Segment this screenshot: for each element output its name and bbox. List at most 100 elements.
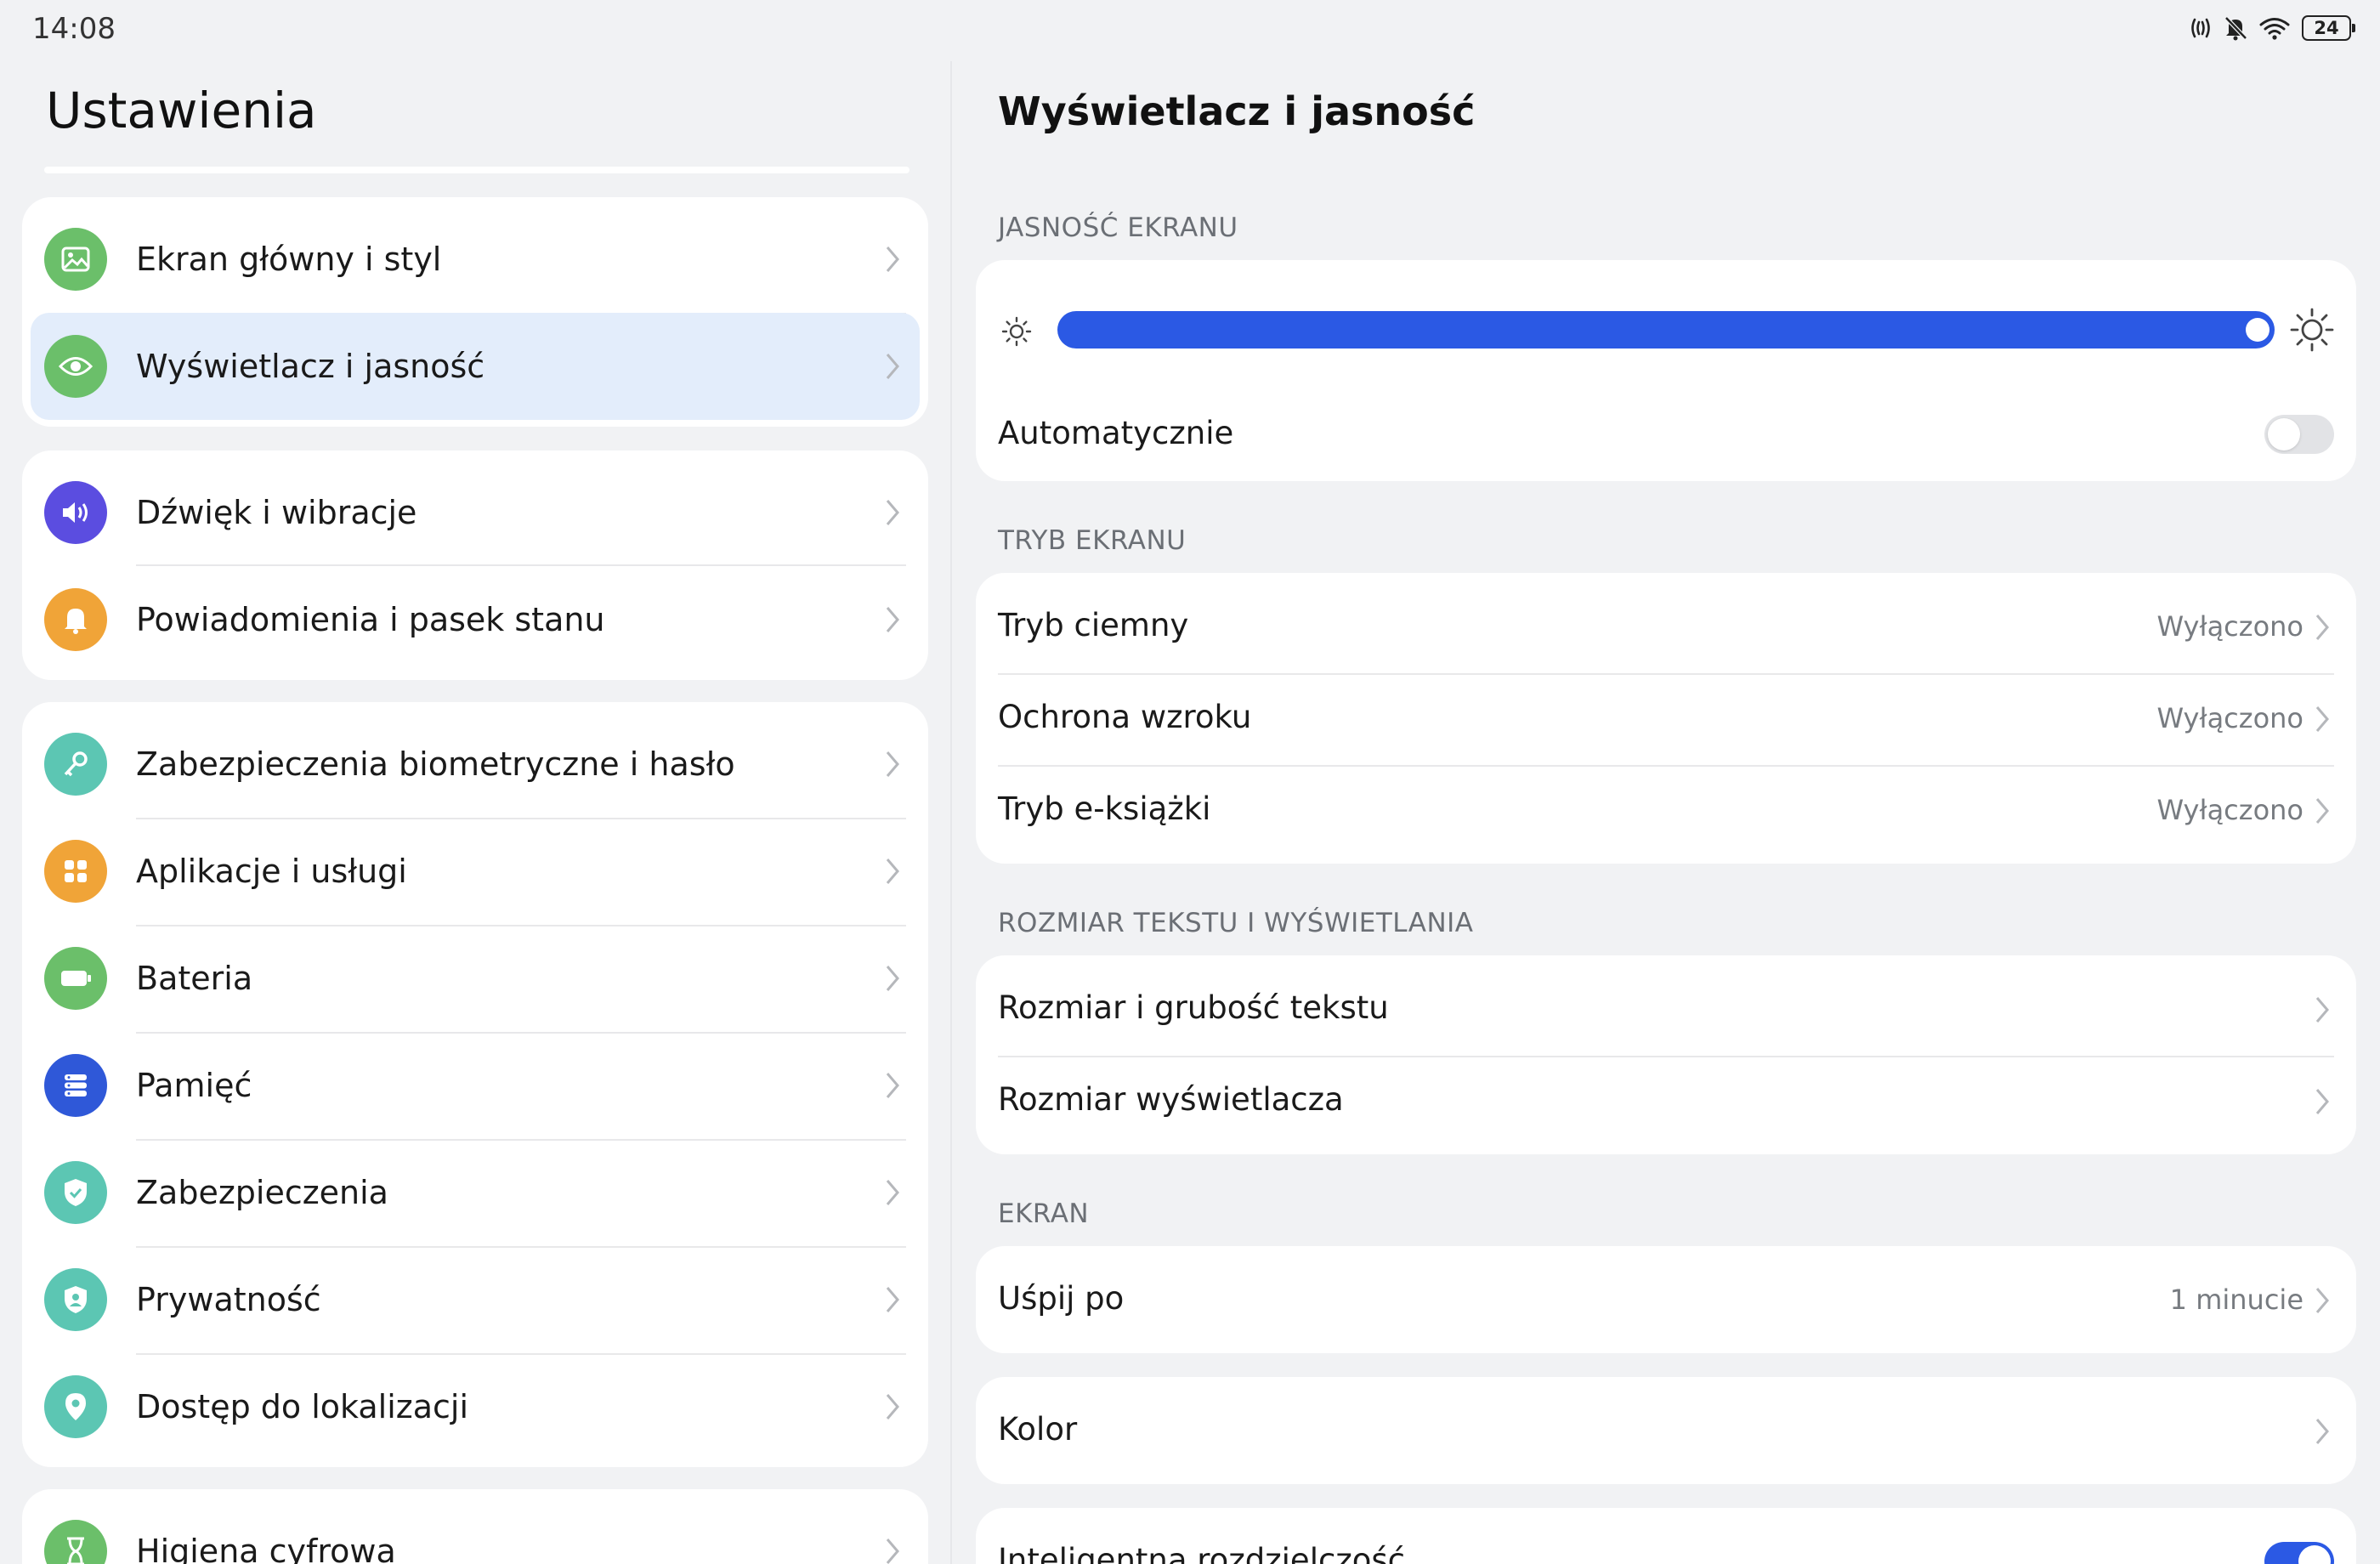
- sleep-label: Uśpij po: [998, 1280, 1125, 1317]
- sidebar-item-sound[interactable]: Dźwięk i wibracje: [22, 459, 928, 566]
- location-icon: [44, 1375, 107, 1438]
- chevron-right-icon: [2315, 1419, 2329, 1444]
- screen-mode-card: Tryb ciemny Wyłączono Ochrona wzroku Wył…: [976, 573, 2356, 864]
- detail-title: Wyświetlacz i jasność: [998, 88, 1476, 134]
- apps-icon: [44, 840, 107, 903]
- color-label: Kolor: [998, 1411, 1078, 1448]
- color-row[interactable]: Kolor: [976, 1386, 2356, 1477]
- eye-comfort-label: Ochrona wzroku: [998, 699, 1252, 735]
- shield-check-icon: [44, 1161, 107, 1224]
- color-card: Kolor: [976, 1377, 2356, 1484]
- sidebar-item-digital-balance[interactable]: Higiena cyfrowa: [22, 1498, 928, 1564]
- settings-group-3: Zabezpieczenia biometryczne i hasło Apli…: [22, 702, 928, 1467]
- chevron-right-icon: [2315, 798, 2329, 824]
- chevron-right-icon: [886, 1180, 899, 1205]
- chevron-right-icon: [2315, 1089, 2329, 1114]
- key-icon: [44, 733, 107, 796]
- smart-resolution-label: Inteligentna rozdzielczość: [998, 1542, 1405, 1564]
- sidebar-item-display-brightness[interactable]: Wyświetlacz i jasność: [31, 313, 920, 420]
- battery-icon: [44, 947, 107, 1010]
- sidebar-item-biometrics[interactable]: Zabezpieczenia biometryczne i hasło: [22, 711, 928, 818]
- text-size-row[interactable]: Rozmiar i grubość tekstu: [976, 964, 2356, 1056]
- sidebar-item-label: Pamięć: [136, 1067, 252, 1104]
- chevron-right-icon: [2315, 997, 2329, 1023]
- sidebar-item-label: Dostęp do lokalizacji: [136, 1388, 469, 1425]
- sidebar-item-label: Zabezpieczenia biometryczne i hasło: [136, 745, 735, 783]
- sidebar-item-location[interactable]: Dostęp do lokalizacji: [22, 1353, 928, 1460]
- sleep-row[interactable]: Uśpij po 1 minucie: [976, 1255, 2356, 1346]
- text-size-label: Rozmiar i grubość tekstu: [998, 989, 1389, 1026]
- auto-brightness-row[interactable]: Automatycznie: [976, 389, 2356, 481]
- page-title: Ustawienia: [46, 82, 317, 139]
- image-icon: [44, 228, 107, 291]
- settings-group-2: Dźwięk i wibracje Powiadomienia i pasek …: [22, 450, 928, 680]
- chevron-right-icon: [886, 858, 899, 884]
- pane-divider: [950, 61, 952, 1564]
- ebook-mode-row[interactable]: Tryb e-książki Wyłączono: [976, 765, 2356, 857]
- battery-indicator: 24: [2302, 15, 2355, 41]
- mute-icon: [2224, 16, 2247, 41]
- chevron-right-icon: [886, 751, 899, 777]
- settings-sidebar: Ustawienia Ekran główny i styl Wyświetla…: [0, 0, 952, 1564]
- sleep-value: 1 minucie: [2169, 1284, 2304, 1316]
- section-header-screen-mode: TRYB EKRANU: [998, 525, 1187, 556]
- storage-icon: [44, 1054, 107, 1117]
- display-size-row[interactable]: Rozmiar wyświetlacza: [976, 1056, 2356, 1148]
- dark-mode-row[interactable]: Tryb ciemny Wyłączono: [976, 581, 2356, 673]
- section-header-screen: EKRAN: [998, 1198, 1090, 1229]
- sidebar-item-apps[interactable]: Aplikacje i usługi: [22, 818, 928, 925]
- sun-small-icon: [1001, 316, 1032, 347]
- sidebar-item-home-screen[interactable]: Ekran główny i styl: [22, 206, 928, 313]
- search-bar-placeholder[interactable]: [44, 167, 910, 173]
- settings-group-1: Ekran główny i styl Wyświetlacz i jasnoś…: [22, 197, 928, 427]
- section-header-text-size: ROZMIAR TEKSTU I WYŚWIETLANIA: [998, 908, 1474, 938]
- chevron-right-icon: [886, 607, 899, 632]
- section-header-brightness: JASNOŚĆ EKRANU: [998, 212, 1238, 243]
- chevron-right-icon: [2315, 1288, 2329, 1313]
- eye-comfort-value: Wyłączono: [2156, 702, 2304, 734]
- ebook-mode-value: Wyłączono: [2156, 794, 2304, 826]
- sidebar-item-label: Powiadomienia i pasek stanu: [136, 601, 605, 638]
- eye-icon: [44, 335, 107, 398]
- sidebar-item-privacy[interactable]: Prywatność: [22, 1246, 928, 1353]
- sidebar-item-label: Zabezpieczenia: [136, 1174, 388, 1211]
- chevron-right-icon: [2315, 706, 2329, 732]
- privacy-icon: [44, 1268, 107, 1331]
- status-icons: 24: [2190, 15, 2355, 41]
- sidebar-item-notifications[interactable]: Powiadomienia i pasek stanu: [22, 566, 928, 673]
- settings-group-4: Higiena cyfrowa: [22, 1489, 928, 1564]
- chevron-right-icon: [886, 1073, 899, 1098]
- sidebar-item-battery[interactable]: Bateria: [22, 925, 928, 1032]
- text-size-card: Rozmiar i grubość tekstu Rozmiar wyświet…: [976, 955, 2356, 1154]
- chevron-right-icon: [886, 246, 899, 272]
- smart-resolution-row[interactable]: Inteligentna rozdzielczość: [976, 1516, 2356, 1564]
- display-size-label: Rozmiar wyświetlacza: [998, 1081, 1344, 1118]
- sidebar-item-label: Ekran główny i styl: [136, 241, 442, 278]
- chevron-right-icon: [886, 966, 899, 991]
- sidebar-item-label: Wyświetlacz i jasność: [136, 348, 485, 385]
- sidebar-item-security[interactable]: Zabezpieczenia: [22, 1139, 928, 1246]
- sidebar-item-label: Prywatność: [136, 1281, 321, 1318]
- nfc-icon: [2191, 18, 2210, 38]
- auto-brightness-toggle[interactable]: [2264, 415, 2334, 454]
- eye-comfort-row[interactable]: Ochrona wzroku Wyłączono: [976, 673, 2356, 765]
- chevron-right-icon: [886, 1538, 899, 1564]
- brightness-slider-thumb[interactable]: [2246, 318, 2270, 342]
- wifi-icon: [2259, 18, 2290, 40]
- brightness-slider[interactable]: [1057, 311, 2275, 348]
- dark-mode-label: Tryb ciemny: [998, 607, 1189, 643]
- chevron-right-icon: [886, 1394, 899, 1420]
- ebook-mode-label: Tryb e-książki: [998, 790, 1211, 827]
- speaker-icon: [44, 481, 107, 544]
- sidebar-item-label: Higiena cyfrowa: [136, 1533, 396, 1564]
- chevron-right-icon: [886, 354, 899, 379]
- chevron-right-icon: [2315, 615, 2329, 640]
- chevron-right-icon: [886, 1287, 899, 1312]
- sidebar-item-label: Dźwięk i wibracje: [136, 494, 417, 531]
- sidebar-item-storage[interactable]: Pamięć: [22, 1032, 928, 1139]
- smart-resolution-toggle[interactable]: [2264, 1542, 2334, 1564]
- screen-card: Uśpij po 1 minucie: [976, 1246, 2356, 1353]
- bell-icon: [44, 588, 107, 651]
- sidebar-item-label: Bateria: [136, 960, 253, 997]
- hourglass-icon: [44, 1520, 107, 1564]
